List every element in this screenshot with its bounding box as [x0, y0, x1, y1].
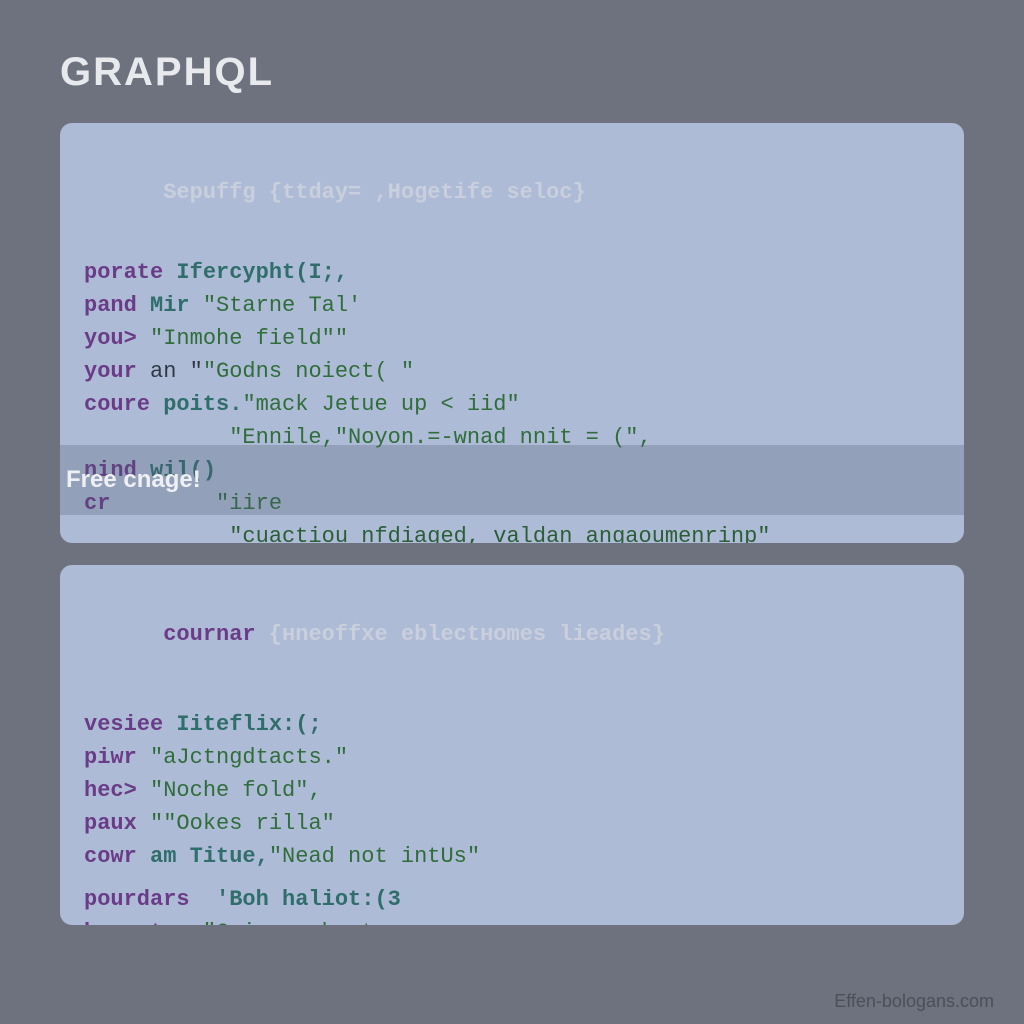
panel2-header: cournar {нneoffxe eblectнomes lieades}	[84, 585, 940, 684]
code-line: cowr am Titue,"Nead not intUs"	[84, 840, 940, 873]
code-line: havent = "Cyione shart	[84, 916, 940, 925]
code-line: vesiee Iiteflix:(;	[84, 708, 940, 741]
code-line: porate Ifercypht(I;,	[84, 256, 940, 289]
code-panel-1: Sepuffg {ttday= ,Hogetife seloc} porate …	[60, 123, 964, 543]
code-line: "cuactiou nfdiaged, valdan angaoumenrinp…	[84, 520, 940, 543]
code-panel-2: cournar {нneoffxe eblectнomes lieades} v…	[60, 565, 964, 925]
watermark: Effen-bologans.com	[834, 991, 994, 1012]
code-line: coure poits."mack Jetue up < iid"	[84, 388, 940, 421]
page-title: GRAPHQL	[60, 50, 964, 95]
code-line: pourdars 'Boh haliot:(3	[84, 883, 940, 916]
code-line: paux ""Ookes rilla"	[84, 807, 940, 840]
code-line: your an ""Godns noiect( "	[84, 355, 940, 388]
code-line: hec> "Noche fold",	[84, 774, 940, 807]
overlay-band: Free cnage!	[60, 445, 964, 515]
code-line: piwr "aJctngdtacts."	[84, 741, 940, 774]
panel1-header: Sepuffg {ttday= ,Hogetife seloc}	[84, 143, 940, 242]
overlay-text: Free cnage!	[66, 462, 201, 498]
code-line: pand Mir "Starne Tal'	[84, 289, 940, 322]
code-line: you> "Inmohe field""	[84, 322, 940, 355]
page-container: GRAPHQL Sepuffg {ttday= ,Hogetife seloc}…	[0, 0, 1024, 925]
